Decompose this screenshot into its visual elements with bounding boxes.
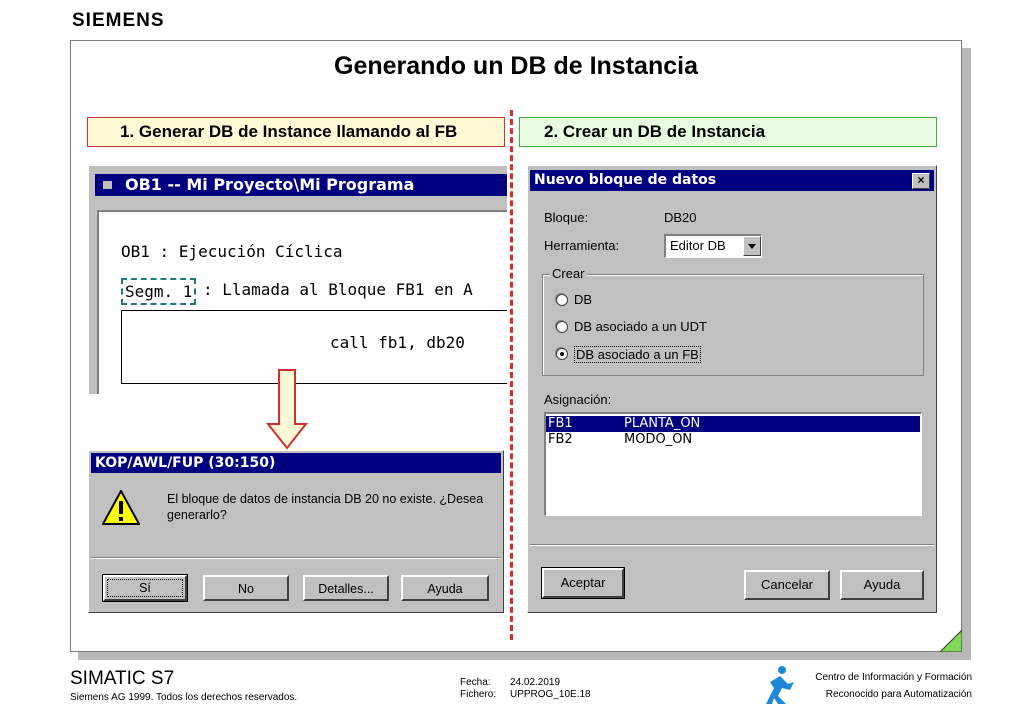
close-icon[interactable]: × bbox=[912, 173, 930, 189]
list-item[interactable]: FB2 MODO_ON bbox=[546, 432, 920, 448]
radio-db-udt[interactable] bbox=[556, 321, 568, 333]
ob1-editor-area[interactable]: OB1 : Ejecución Cíclica Segm. 1 : Llamad… bbox=[97, 210, 507, 394]
step-2-label: 2. Crear un DB de Instancia bbox=[519, 117, 937, 147]
window-menu-icon[interactable] bbox=[103, 181, 112, 189]
cancelar-button[interactable]: Cancelar bbox=[744, 570, 830, 600]
segment-label[interactable]: Segm. 1 bbox=[121, 278, 197, 305]
herramienta-value: Editor DB bbox=[670, 238, 726, 253]
page-title: Generando un DB de Instancia bbox=[334, 52, 698, 80]
radio-db-label[interactable]: DB bbox=[574, 292, 592, 307]
radio-db-fb-label[interactable]: DB asociado a un FB bbox=[574, 346, 701, 363]
dropdown-button[interactable] bbox=[743, 236, 761, 256]
chevron-down-icon bbox=[748, 244, 756, 249]
siemens-logo: SIEMENS bbox=[72, 10, 165, 31]
down-arrow-icon bbox=[266, 369, 308, 450]
page-corner-icon bbox=[940, 630, 962, 652]
frame-shadow-right bbox=[962, 48, 971, 660]
training-center-logo-icon bbox=[766, 666, 794, 704]
ayuda-button[interactable]: Ayuda bbox=[840, 570, 924, 600]
divider-line bbox=[510, 110, 514, 640]
new-data-block-dialog: Nuevo bloque de datos × Bloque: DB20 Her… bbox=[527, 165, 937, 613]
list-item-name: PLANTA_ON bbox=[624, 416, 701, 431]
product-name: SIMATIC S7 bbox=[70, 668, 175, 689]
asignacion-label: Asignación: bbox=[544, 392, 612, 407]
si-button-label: Sí bbox=[107, 579, 183, 597]
crear-group-label: Crear bbox=[550, 266, 587, 281]
center-name: Centro de Información y Formación bbox=[815, 672, 972, 683]
radio-db-udt-label[interactable]: DB asociado a un UDT bbox=[574, 319, 707, 334]
ob1-editor-window: OB1 -- Mi Proyecto\Mi Programa OB1 : Eje… bbox=[87, 164, 507, 394]
message-dialog: KOP/AWL/FUP (30:150) El bloque de datos … bbox=[88, 450, 504, 613]
list-item-block: FB1 bbox=[548, 416, 573, 431]
list-item-block: FB2 bbox=[548, 432, 573, 447]
fichero-value: UPPROG_10E.18 bbox=[510, 689, 591, 700]
step-1-label: 1. Generar DB de Instance llamando al FB bbox=[87, 117, 505, 147]
segment-comment: : Llamada al Bloque FB1 en A bbox=[203, 280, 473, 299]
bloque-value: DB20 bbox=[664, 210, 697, 225]
radio-db-fb[interactable] bbox=[556, 348, 568, 360]
warning-icon bbox=[102, 490, 140, 525]
ayuda-button[interactable]: Ayuda bbox=[401, 575, 489, 601]
herramienta-label: Herramienta: bbox=[544, 238, 620, 253]
herramienta-select[interactable]: Editor DB bbox=[664, 234, 762, 258]
code-box[interactable]: call fb1, db20 bbox=[121, 310, 507, 384]
dialog-separator bbox=[530, 544, 934, 546]
fecha-label: Fecha: bbox=[460, 677, 491, 688]
ob1-window-title[interactable]: OB1 -- Mi Proyecto\Mi Programa bbox=[95, 174, 507, 196]
message-text: El bloque de datos de instancia DB 20 no… bbox=[167, 492, 484, 522]
list-item[interactable]: FB1 PLANTA_ON bbox=[546, 416, 920, 432]
frame-shadow-bottom bbox=[78, 652, 971, 660]
recognition-text: Reconocido para Automatización bbox=[825, 689, 972, 700]
ob1-heading: OB1 : Ejecución Cíclica bbox=[121, 242, 343, 261]
bloque-label: Bloque: bbox=[544, 210, 589, 225]
aceptar-button[interactable]: Aceptar bbox=[541, 567, 625, 599]
detalles-button[interactable]: Detalles... bbox=[303, 575, 389, 601]
code-line: call fb1, db20 bbox=[330, 333, 465, 352]
list-item-name: MODO_ON bbox=[624, 432, 693, 447]
si-button[interactable]: Sí bbox=[102, 574, 188, 602]
radio-db[interactable] bbox=[556, 294, 568, 306]
assignment-list[interactable]: FB1 PLANTA_ON FB2 MODO_ON bbox=[544, 412, 922, 516]
fichero-label: Fichero: bbox=[460, 689, 497, 700]
new-data-block-dialog-title: Nuevo bloque de datos bbox=[530, 170, 934, 191]
copyright: Siemens AG 1999. Todos los derechos rese… bbox=[70, 692, 298, 703]
no-button[interactable]: No bbox=[203, 575, 289, 601]
message-separator bbox=[91, 557, 501, 559]
fecha-value: 24.02.2019 bbox=[510, 677, 561, 688]
message-dialog-title: KOP/AWL/FUP (30:150) bbox=[91, 453, 501, 473]
